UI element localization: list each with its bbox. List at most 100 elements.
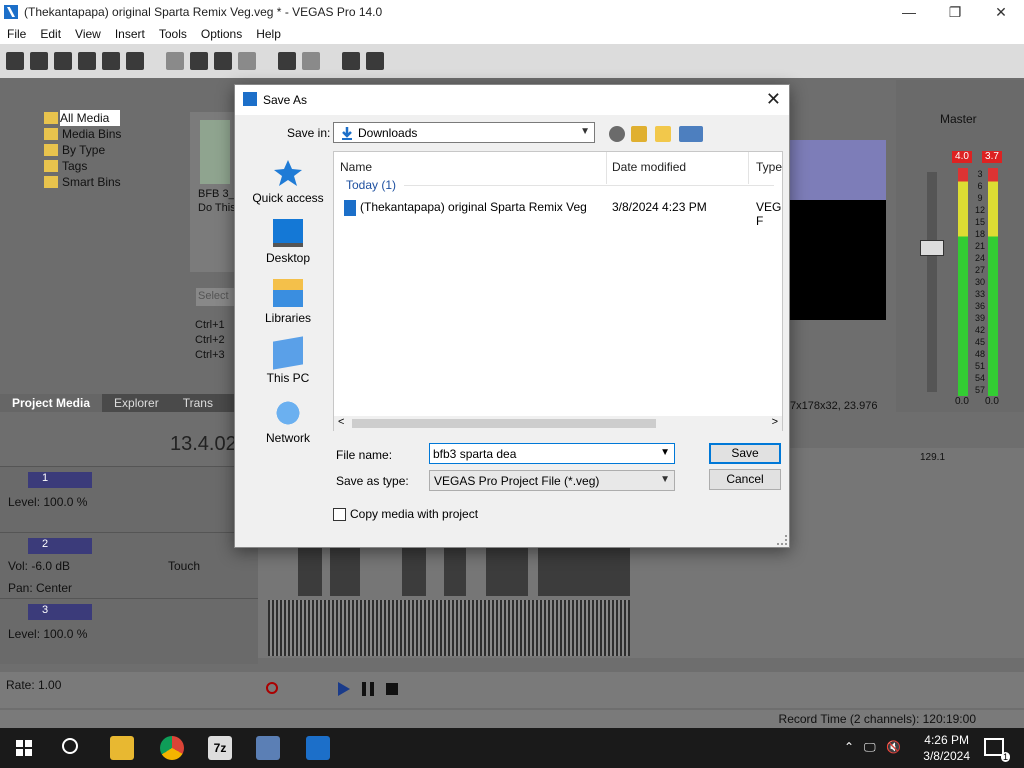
delete-icon[interactable]: [238, 52, 256, 70]
tab-project-media[interactable]: Project Media: [0, 394, 103, 412]
render-icon[interactable]: [102, 52, 120, 70]
media-thumbnail[interactable]: [200, 120, 230, 184]
open-folder-icon[interactable]: [30, 52, 48, 70]
restore-button[interactable]: ❐: [932, 0, 978, 24]
tab-transitions[interactable]: Trans: [171, 394, 225, 412]
pause-icon[interactable]: [362, 682, 374, 696]
column-separator[interactable]: [748, 152, 749, 184]
back-arrow-icon[interactable]: [609, 126, 625, 142]
save-button[interactable]: Save: [709, 443, 781, 464]
menu-options[interactable]: Options: [194, 27, 249, 41]
stop-icon[interactable]: [386, 683, 398, 695]
minimize-button[interactable]: —: [886, 0, 932, 24]
menu-insert[interactable]: Insert: [108, 27, 152, 41]
close-window-button[interactable]: ✕: [978, 0, 1024, 24]
column-type[interactable]: Type: [756, 152, 782, 184]
menu-file[interactable]: File: [0, 27, 33, 41]
whats-this-help-icon[interactable]: [366, 52, 384, 70]
menu-tools[interactable]: Tools: [152, 27, 194, 41]
chrome-icon[interactable]: [160, 736, 184, 760]
audio-clip[interactable]: [298, 548, 322, 596]
tree-item-media-bins[interactable]: Media Bins: [22, 126, 121, 142]
properties-gear-icon[interactable]: [126, 52, 144, 70]
tree-item-by-type[interactable]: By Type: [22, 142, 121, 158]
audio-waveform-clip[interactable]: [268, 600, 630, 656]
horizontal-scrollbar[interactable]: < >: [334, 416, 782, 431]
scale-tick: 45: [974, 337, 985, 347]
vegas-app-icon: [4, 5, 18, 19]
file-name-input[interactable]: [433, 444, 657, 463]
7zip-icon[interactable]: 7z: [208, 736, 232, 760]
resize-grip[interactable]: [777, 535, 787, 545]
tree-item-all-media[interactable]: All Media: [44, 110, 120, 126]
enable-snapping-icon[interactable]: [342, 52, 360, 70]
place-desktop[interactable]: Desktop: [243, 219, 333, 265]
menu-help[interactable]: Help: [249, 27, 288, 41]
audio-clip[interactable]: [330, 548, 360, 596]
network-icon[interactable]: 🖵: [864, 740, 876, 755]
up-folder-icon[interactable]: [631, 126, 647, 142]
scroll-thumb[interactable]: [352, 419, 656, 428]
show-hidden-icons-icon[interactable]: ⌃: [844, 740, 854, 754]
group-header-today[interactable]: Today (1): [346, 178, 396, 192]
place-this-pc[interactable]: This PC: [243, 336, 333, 385]
tree-item-tags[interactable]: Tags: [22, 158, 121, 174]
media-item-name-2: Do This: [198, 202, 236, 214]
audio-clip[interactable]: [486, 548, 528, 596]
paste-icon[interactable]: [214, 52, 232, 70]
dialog-close-button[interactable]: ✕: [766, 89, 781, 110]
tree-item-smart-bins[interactable]: Smart Bins: [22, 174, 121, 190]
audio-clip[interactable]: [538, 548, 630, 596]
windows-start-icon[interactable]: [16, 740, 32, 756]
save-in-label: Save in:: [287, 126, 331, 140]
column-separator[interactable]: [606, 152, 607, 184]
select-box[interactable]: Select: [196, 288, 236, 306]
save-as-icon[interactable]: [78, 52, 96, 70]
cut-icon[interactable]: [166, 52, 184, 70]
menu-view[interactable]: View: [68, 27, 108, 41]
view-menu-icon[interactable]: [679, 126, 703, 142]
record-icon[interactable]: [266, 682, 278, 694]
automation-mode[interactable]: Touch: [168, 559, 200, 573]
scroll-right-icon[interactable]: >: [772, 416, 778, 428]
chevron-down-icon[interactable]: ▼: [660, 447, 670, 458]
menu-edit[interactable]: Edit: [33, 27, 68, 41]
vegas-taskbar-icon[interactable]: [306, 736, 330, 760]
scale-tick: 3: [977, 169, 983, 179]
tab-explorer[interactable]: Explorer: [102, 394, 171, 412]
undo-icon[interactable]: [278, 52, 296, 70]
audio-clip[interactable]: [402, 548, 426, 596]
file-list[interactable]: Name Date modified Type Today (1) (Theka…: [333, 151, 783, 431]
search-icon[interactable]: [62, 738, 78, 754]
cancel-button[interactable]: Cancel: [709, 469, 781, 490]
master-fader-handle[interactable]: [920, 240, 944, 256]
play-icon[interactable]: [338, 682, 350, 696]
copy-media-checkbox[interactable]: [333, 507, 346, 521]
copy-media-option[interactable]: Copy media with project: [333, 507, 478, 521]
save-icon[interactable]: [54, 52, 72, 70]
scroll-left-icon[interactable]: <: [338, 416, 344, 428]
taskbar-clock[interactable]: 4:26 PM 3/8/2024: [923, 732, 970, 764]
notification-center-icon[interactable]: 1: [984, 738, 1010, 762]
copy-icon[interactable]: [190, 52, 208, 70]
audio-clip[interactable]: [444, 548, 466, 596]
file-row[interactable]: (Thekantapapa) original Sparta Remix Veg…: [340, 197, 781, 228]
file-name-field[interactable]: ▼: [429, 443, 675, 464]
column-date-modified[interactable]: Date modified: [612, 152, 686, 184]
track-number: 1: [28, 472, 92, 488]
save-as-type-dropdown[interactable]: VEGAS Pro Project File (*.veg) ▼: [429, 470, 675, 491]
redo-icon[interactable]: [302, 52, 320, 70]
place-network[interactable]: Network: [243, 399, 333, 445]
save-as-dialog: Save As ✕ Save in: Downloads ▼ Quick acc…: [234, 84, 790, 548]
scale-tick: 48: [974, 349, 985, 359]
file-explorer-icon[interactable]: [110, 736, 134, 760]
volume-muted-icon[interactable]: 🔇: [886, 740, 901, 754]
place-libraries[interactable]: Libraries: [243, 279, 333, 325]
place-quick-access[interactable]: Quick access: [243, 159, 333, 205]
control-panel-icon[interactable]: [256, 736, 280, 760]
media-tabs: Project Media Explorer Trans: [0, 394, 240, 412]
new-folder-icon[interactable]: [655, 126, 671, 142]
vegas-file-icon: [344, 200, 356, 216]
save-in-dropdown[interactable]: Downloads ▼: [333, 122, 595, 143]
new-file-icon[interactable]: [6, 52, 24, 70]
